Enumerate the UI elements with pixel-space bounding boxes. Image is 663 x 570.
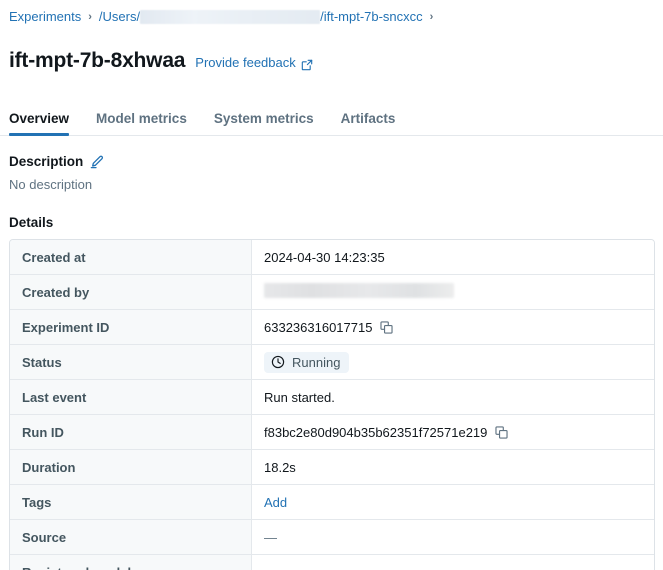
page-title: ift-mpt-7b-8xhwaa	[9, 49, 186, 73]
experiment-id-value: 633236316017715	[264, 319, 373, 335]
created-by-redacted	[264, 283, 454, 299]
tab-system-metrics[interactable]: System metrics	[214, 111, 314, 135]
table-row: Registered models —	[10, 555, 654, 570]
breadcrumb-item-experiments[interactable]: Experiments	[9, 8, 81, 26]
row-value-created-at: 2024-04-30 14:23:35	[252, 240, 654, 276]
run-id-value: f83bc2e80d904b35b62351f72571e219	[264, 424, 488, 440]
created-at-value: 2024-04-30 14:23:35	[264, 249, 385, 265]
row-label-created-by: Created by	[10, 275, 252, 311]
tab-artifacts[interactable]: Artifacts	[341, 111, 396, 135]
row-label-registered-models: Registered models	[10, 555, 252, 570]
row-value-registered-models: —	[252, 555, 654, 570]
tab-overview[interactable]: Overview	[9, 111, 70, 137]
row-label-created-at: Created at	[10, 240, 252, 276]
table-row: Duration 18.2s	[10, 450, 654, 486]
last-event-value: Run started.	[264, 389, 335, 405]
provide-feedback-label: Provide feedback	[195, 55, 296, 71]
breadcrumb-path-prefix: /Users/	[98, 9, 141, 24]
row-label-source: Source	[10, 520, 252, 556]
row-label-experiment-id: Experiment ID	[10, 310, 252, 346]
add-tag-link[interactable]: Add	[264, 495, 287, 510]
table-row: Last event Run started.	[10, 380, 654, 416]
status-label: Running	[292, 354, 341, 370]
details-table: Created at 2024-04-30 14:23:35 Created b…	[9, 239, 655, 570]
table-row: Experiment ID 633236316017715	[10, 310, 654, 346]
source-value: —	[264, 529, 277, 545]
row-value-run-id: f83bc2e80d904b35b62351f72571e219	[252, 415, 654, 451]
row-value-duration: 18.2s	[252, 450, 654, 486]
table-row: Tags Add	[10, 485, 654, 521]
breadcrumb: Experiments › /Users//ift-mpt-7b-sncxcc …	[0, 0, 663, 26]
breadcrumb-separator-2: ›	[429, 11, 434, 23]
breadcrumb-path-suffix: /ift-mpt-7b-sncxcc	[320, 9, 423, 24]
row-value-last-event: Run started.	[252, 380, 654, 416]
tab-bar: Overview Model metrics System metrics Ar…	[0, 105, 663, 137]
row-label-last-event: Last event	[10, 380, 252, 416]
registered-models-value: —	[264, 565, 277, 570]
row-label-status: Status	[10, 345, 252, 381]
row-value-experiment-id: 633236316017715	[252, 310, 654, 346]
table-row: Created at 2024-04-30 14:23:35	[10, 240, 654, 276]
provide-feedback-link[interactable]: Provide feedback	[195, 54, 312, 72]
row-value-tags: Add	[252, 485, 654, 521]
duration-value: 18.2s	[264, 459, 296, 475]
description-header: Description	[9, 154, 663, 169]
title-row: ift-mpt-7b-8xhwaa Provide feedback	[0, 26, 663, 88]
row-value-status: Running	[252, 345, 654, 381]
status-badge: Running	[264, 351, 350, 373]
copy-icon[interactable]	[495, 426, 508, 439]
row-value-created-by	[252, 275, 654, 311]
row-label-tags: Tags	[10, 485, 252, 521]
experiment-run-page: Experiments › /Users//ift-mpt-7b-sncxcc …	[0, 0, 663, 570]
details-heading: Details	[9, 215, 54, 231]
copy-icon[interactable]	[380, 321, 394, 334]
table-row: Run ID f83bc2e80d904b35b62351f72571e219	[10, 415, 654, 451]
tab-model-metrics[interactable]: Model metrics	[96, 111, 187, 135]
description-body: No description	[9, 177, 93, 193]
table-row: Source —	[10, 520, 654, 556]
breadcrumb-redacted-user	[140, 10, 321, 24]
description-section: Description No description Details	[0, 154, 663, 230]
breadcrumb-item-path[interactable]: /Users/ /ift-mpt-7b-sncxcc	[99, 8, 423, 26]
row-label-run-id: Run ID	[10, 415, 252, 451]
external-link-icon	[301, 58, 313, 71]
table-row: Created by	[10, 275, 654, 311]
clock-icon	[271, 355, 285, 369]
pencil-icon[interactable]	[90, 155, 104, 169]
breadcrumb-separator-1: ›	[88, 11, 92, 23]
row-label-duration: Duration	[10, 450, 252, 486]
row-value-source: —	[252, 520, 654, 556]
description-heading: Description	[9, 154, 84, 170]
table-row: Status Running	[10, 345, 654, 381]
